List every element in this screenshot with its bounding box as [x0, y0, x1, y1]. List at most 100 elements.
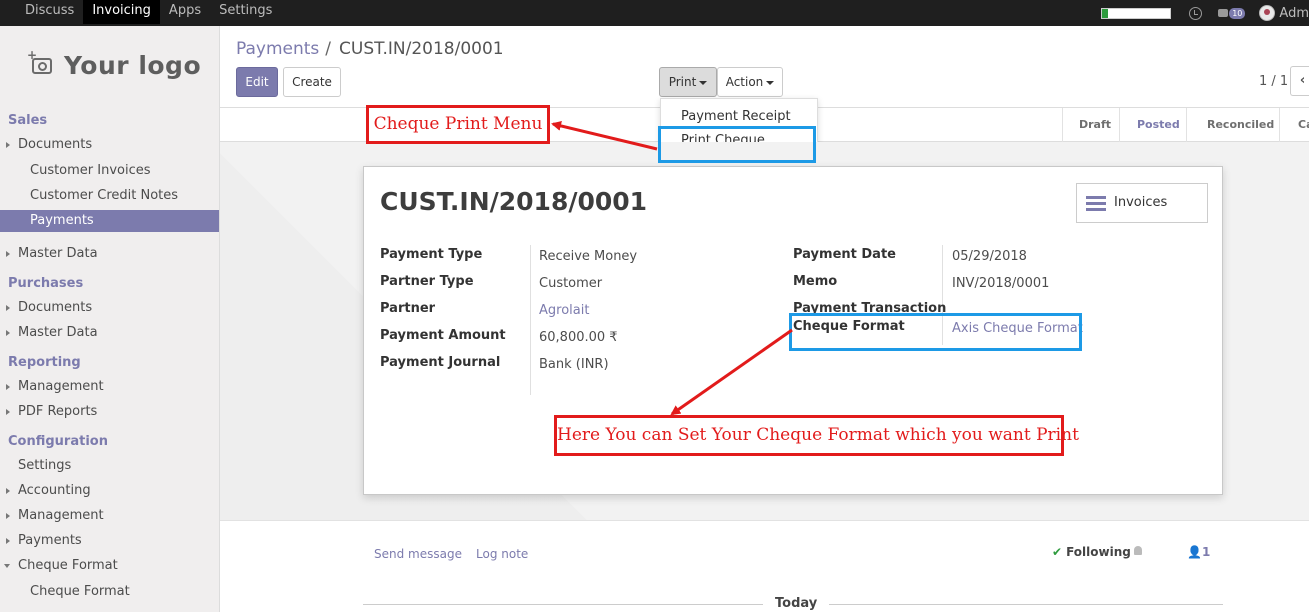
sidebar-section-sales: Sales: [0, 110, 219, 132]
memo-label: Memo: [793, 274, 838, 289]
sidebar-item-accounting[interactable]: Accounting: [0, 480, 219, 502]
user-icon: 👤: [1187, 545, 1202, 559]
systray: 10 Adm: [1101, 0, 1309, 26]
progress-fill: [1102, 8, 1108, 18]
sidebar-item-master-data[interactable]: Master Data: [0, 243, 219, 265]
app-menu: Discuss Invoicing Apps Settings: [16, 0, 281, 26]
sidebar-item-label: Master Data: [18, 246, 98, 261]
sidebar-item-cheque-format[interactable]: Cheque Format: [0, 581, 219, 603]
sidebar-section-configuration: Configuration: [0, 431, 219, 453]
payment-type-label: Payment Type: [380, 247, 483, 262]
menu-settings[interactable]: Settings: [210, 0, 281, 24]
caret-right-icon: [6, 330, 10, 336]
action-label: Action: [725, 75, 764, 89]
log-note-link[interactable]: Log note: [476, 547, 528, 561]
messages-button[interactable]: 10: [1218, 7, 1246, 19]
payment-date-label: Payment Date: [793, 247, 896, 262]
payment-date-value: 05/29/2018: [952, 249, 1027, 264]
sidebar-item-pdf-reports[interactable]: PDF Reports: [0, 401, 219, 423]
company-logo[interactable]: Your logo: [27, 48, 202, 81]
sidebar-item-settings[interactable]: Settings: [0, 455, 219, 477]
partner-value[interactable]: Agrolait: [539, 303, 589, 318]
followers-count: 1: [1201, 545, 1211, 559]
pager-previous-button[interactable]: ‹: [1290, 66, 1309, 96]
message-count-badge: 10: [1229, 7, 1246, 19]
payment-amount-label: Payment Amount: [380, 328, 506, 343]
breadcrumb-separator: /: [325, 39, 332, 59]
followers-button[interactable]: 👤1: [1187, 545, 1210, 559]
stage-posted[interactable]: Posted: [1119, 108, 1186, 142]
following-button[interactable]: ✔ Following: [1052, 545, 1131, 559]
sidebar-item-label: Documents: [18, 137, 93, 152]
payment-type-value: Receive Money: [539, 249, 638, 264]
check-icon: ✔: [1052, 545, 1063, 559]
record-title: CUST.IN/2018/0001: [380, 187, 648, 216]
camera-plus-icon: [27, 48, 52, 74]
user-avatar[interactable]: [1259, 5, 1276, 21]
logo-text: Your logo: [64, 51, 202, 80]
sidebar-item-label: Purchases: [8, 276, 84, 291]
pager-value[interactable]: 1 / 1: [1259, 74, 1288, 89]
print-label: Print: [668, 75, 697, 89]
sidebar-item-customer-invoices[interactable]: Customer Invoices: [0, 160, 219, 182]
invoices-smart-button[interactable]: Invoices: [1076, 183, 1208, 223]
sidebar: Your logo Sales Documents Customer Invoice…: [0, 26, 220, 612]
stage-draft[interactable]: Draft: [1062, 108, 1119, 142]
sidebar-item-label: Sales: [8, 113, 48, 128]
sidebar-item-label: Documents: [18, 300, 93, 315]
cheque-format-highlight: [789, 313, 1082, 351]
invoices-label: Invoices: [1114, 195, 1168, 210]
payment-journal-value: Bank (INR): [539, 357, 609, 372]
partner-type-label: Partner Type: [380, 274, 474, 289]
menu-discuss[interactable]: Discuss: [16, 0, 83, 24]
caret-right-icon: [6, 538, 10, 544]
sidebar-item-customer-credit-notes[interactable]: Customer Credit Notes: [0, 185, 219, 207]
chatter: Send message Log note ✔ Following 👤1 Toda…: [220, 520, 1309, 612]
payment-receipt-menu-item[interactable]: Payment Receipt: [681, 109, 791, 124]
control-panel: Payments / CUST.IN/2018/0001 Edit Create…: [220, 26, 1309, 108]
sidebar-item-label: Cheque Format: [18, 558, 118, 573]
print-dropdown-button[interactable]: Print: [659, 67, 717, 97]
top-navbar: Discuss Invoicing Apps Settings 10 Adm: [0, 0, 1309, 26]
sidebar-item-management[interactable]: Management: [0, 505, 219, 527]
send-message-link[interactable]: Send message: [374, 547, 462, 561]
caret-down-icon: [699, 80, 708, 85]
sidebar-item-master-data[interactable]: Master Data: [0, 322, 219, 344]
sidebar-item-management[interactable]: Management: [0, 376, 219, 398]
field-separator: [530, 245, 531, 395]
sidebar-item-payments[interactable]: Payments: [0, 530, 219, 552]
sidebar-item-payments[interactable]: Payments: [0, 210, 219, 232]
sidebar-section-purchases: Purchases: [0, 273, 219, 295]
stage-cancelled[interactable]: Ca: [1279, 108, 1309, 142]
caret-right-icon: [6, 513, 10, 519]
menu-apps[interactable]: Apps: [160, 0, 210, 24]
today-label: Today: [763, 596, 830, 611]
caret-right-icon: [6, 488, 10, 494]
sidebar-item-cheque-format[interactable]: Cheque Format: [0, 555, 219, 577]
caret-right-icon: [6, 251, 10, 257]
activity-clock-icon[interactable]: [1189, 6, 1203, 20]
sidebar-item-documents[interactable]: Documents: [0, 134, 219, 156]
sidebar-section-reporting: Reporting: [0, 352, 219, 374]
sidebar-item-label: Management: [18, 508, 104, 523]
sidebar-item-label: Configuration: [8, 434, 108, 449]
edit-button[interactable]: Edit: [236, 67, 278, 97]
sidebar-item-label: Management: [18, 379, 104, 394]
payment-amount-value: 60,800.00 ₹: [539, 330, 618, 345]
stage-reconciled[interactable]: Reconciled: [1186, 108, 1279, 142]
cheque-print-menu-callout: Cheque Print Menu: [366, 105, 550, 144]
bell-icon[interactable]: [1134, 546, 1142, 555]
sidebar-item-documents[interactable]: Documents: [0, 297, 219, 319]
menu-invoicing[interactable]: Invoicing: [83, 0, 160, 24]
sidebar-item-label: Payments: [30, 213, 94, 228]
breadcrumb-payments-link[interactable]: Payments: [236, 39, 319, 59]
partner-type-value: Customer: [539, 276, 603, 291]
sidebar-item-label: Payments: [18, 533, 82, 548]
onboarding-progress-bar[interactable]: [1101, 7, 1172, 19]
user-name[interactable]: Adm: [1279, 6, 1309, 21]
sidebar-item-label: Reporting: [8, 355, 81, 370]
sidebar-item-label: Customer Invoices: [30, 163, 151, 178]
create-button[interactable]: Create: [283, 67, 341, 97]
action-dropdown-button[interactable]: Action: [717, 67, 783, 97]
caret-down-icon: [766, 80, 775, 85]
